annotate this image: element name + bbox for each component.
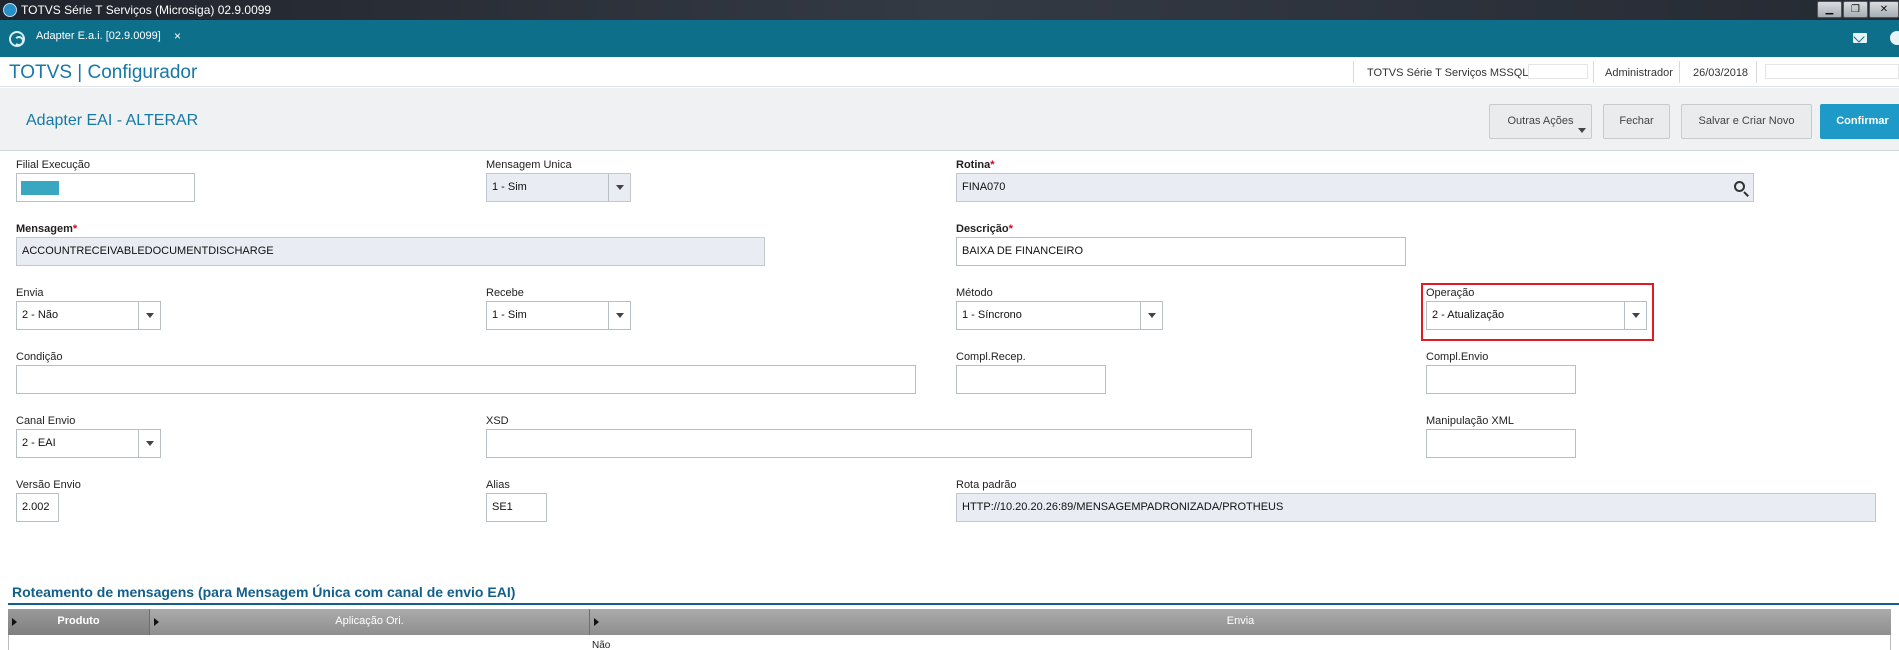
manipulacao-xml-label: Manipulação XML bbox=[1426, 415, 1515, 427]
more-actions-button[interactable]: Outras Ações bbox=[1489, 104, 1592, 139]
canal-envio-select[interactable]: 2 - EAI bbox=[16, 429, 161, 458]
xsd-field[interactable] bbox=[486, 429, 1252, 458]
envia-label: Envia bbox=[16, 287, 44, 299]
alias-label: Alias bbox=[486, 479, 510, 491]
chevron-down-icon bbox=[1140, 302, 1162, 329]
condicao-field[interactable] bbox=[16, 365, 916, 394]
rotina-label: Rotina* bbox=[956, 159, 995, 171]
user-label: Administrador bbox=[1605, 67, 1673, 79]
column-label-envia: Envia bbox=[1226, 615, 1255, 627]
compl-envio-field[interactable] bbox=[1426, 365, 1576, 394]
descricao-label-text: Descrição bbox=[956, 223, 1009, 235]
table-row[interactable]: Não bbox=[8, 635, 1891, 650]
column-label-aplicacao-ori: Aplicação Ori. bbox=[335, 615, 404, 627]
tab-close-icon[interactable]: × bbox=[174, 29, 181, 43]
envia-value: 2 - Não bbox=[22, 309, 59, 321]
header-search-box[interactable] bbox=[1765, 64, 1899, 79]
manipulacao-xml-field[interactable] bbox=[1426, 429, 1576, 458]
minimize-button[interactable]: ▁ bbox=[1817, 1, 1842, 18]
rota-padrao-label: Rota padrão bbox=[956, 479, 1017, 491]
canal-envio-value: 2 - EAI bbox=[22, 437, 56, 449]
chevron-down-icon bbox=[608, 174, 630, 201]
rotina-field[interactable]: FINA070 bbox=[956, 173, 1754, 202]
required-mark: * bbox=[72, 223, 78, 235]
help-icon[interactable] bbox=[1890, 31, 1899, 45]
descricao-field[interactable]: BAIXA DE FINANCEIRO bbox=[956, 237, 1406, 266]
recebe-select[interactable]: 1 - Sim bbox=[486, 301, 631, 330]
environment-box bbox=[1528, 64, 1588, 79]
window-controls: ▁ ❐ ✕ bbox=[1817, 1, 1899, 18]
compl-recep-label: Compl.Recep. bbox=[956, 351, 1026, 363]
mensagem-unica-select[interactable]: 1 - Sim bbox=[486, 173, 631, 202]
descricao-label: Descrição* bbox=[956, 223, 1013, 235]
tab-adapter-eai[interactable]: Adapter E.a.i. [02.9.0099] bbox=[36, 30, 161, 42]
page-title: Adapter EAI - ALTERAR bbox=[26, 112, 199, 129]
rota-padrao-field[interactable]: HTTP://10.20.20.26:89/MENSAGEMPADRONIZAD… bbox=[956, 493, 1876, 522]
rotina-value: FINA070 bbox=[962, 181, 1006, 193]
routing-section-divider bbox=[8, 603, 1899, 605]
routing-section-title: Roteamento de mensagens (para Mensagem Ú… bbox=[12, 584, 516, 600]
filial-label: Filial Execução bbox=[16, 159, 90, 171]
header-divider bbox=[1593, 61, 1594, 83]
metodo-select[interactable]: 1 - Síncrono bbox=[956, 301, 1163, 330]
xsd-label: XSD bbox=[486, 415, 509, 427]
app-icon bbox=[3, 3, 17, 17]
header-divider bbox=[1679, 61, 1680, 83]
routing-grid-header: Produto Aplicação Ori. Envia bbox=[8, 609, 1891, 635]
app-window: { "window": {"title": "TOTVS Série T Ser… bbox=[0, 0, 1899, 650]
search-icon[interactable] bbox=[1734, 181, 1745, 192]
mail-icon[interactable] bbox=[1853, 33, 1867, 43]
save-and-new-button[interactable]: Salvar e Criar Novo bbox=[1681, 104, 1812, 139]
chevron-down-icon bbox=[138, 430, 160, 457]
versao-envio-field[interactable]: 2.002 bbox=[16, 493, 59, 522]
chevron-down-icon bbox=[1578, 128, 1586, 133]
recebe-value: 1 - Sim bbox=[492, 309, 527, 321]
filial-value-chip bbox=[21, 181, 59, 195]
window-title: TOTVS Série T Serviços (Microsiga) 02.9.… bbox=[21, 3, 272, 17]
required-mark: * bbox=[990, 159, 995, 171]
required-mark: * bbox=[1008, 223, 1013, 235]
metodo-label: Método bbox=[956, 287, 993, 299]
column-header-produto[interactable]: Produto bbox=[8, 609, 150, 635]
filial-field[interactable] bbox=[16, 173, 195, 202]
date-label: 26/03/2018 bbox=[1693, 67, 1749, 79]
chevron-down-icon bbox=[138, 302, 160, 329]
column-header-envia[interactable]: Envia bbox=[590, 609, 1891, 635]
compl-recep-field[interactable] bbox=[956, 365, 1106, 394]
metodo-value: 1 - Síncrono bbox=[962, 309, 1022, 321]
confirm-button[interactable]: Confirmar bbox=[1820, 104, 1899, 139]
canal-envio-label: Canal Envio bbox=[16, 415, 76, 427]
mensagem-field[interactable]: ACCOUNTRECEIVABLEDOCUMENTDISCHARGE bbox=[16, 237, 765, 266]
header-divider bbox=[1353, 61, 1354, 83]
operacao-highlight bbox=[1421, 283, 1654, 341]
mensagem-label-text: Mensagem bbox=[16, 223, 73, 235]
tab-bar: Adapter E.a.i. [02.9.0099] × bbox=[0, 20, 1899, 57]
chevron-down-icon bbox=[608, 302, 630, 329]
condicao-label: Condição bbox=[16, 351, 63, 363]
compl-envio-label: Compl.Envio bbox=[1426, 351, 1489, 363]
close-window-button[interactable]: ✕ bbox=[1869, 1, 1899, 18]
recebe-label: Recebe bbox=[486, 287, 524, 299]
versao-envio-label: Versão Envio bbox=[16, 479, 81, 491]
column-label-produto: Produto bbox=[57, 615, 100, 627]
rotina-label-text: Rotina bbox=[956, 159, 991, 171]
close-button[interactable]: Fechar bbox=[1603, 104, 1670, 139]
envia-select[interactable]: 2 - Não bbox=[16, 301, 161, 330]
environment-label: TOTVS Série T Serviços MSSQL bbox=[1367, 67, 1529, 79]
app-brand: TOTVS | Configurador bbox=[9, 62, 198, 83]
cell-envia: Não bbox=[592, 640, 611, 650]
header-divider bbox=[1756, 61, 1757, 83]
action-bar: Adapter EAI - ALTERAR Outras Ações Fecha… bbox=[0, 88, 1899, 151]
mensagem-unica-label: Mensagem Unica bbox=[486, 159, 572, 171]
alias-field[interactable]: SE1 bbox=[486, 493, 547, 522]
more-actions-label: Outras Ações bbox=[1507, 115, 1574, 127]
mensagem-unica-value: 1 - Sim bbox=[492, 181, 527, 193]
mensagem-label: Mensagem* bbox=[16, 223, 77, 235]
maximize-button[interactable]: ❐ bbox=[1843, 1, 1868, 18]
home-icon[interactable] bbox=[9, 31, 25, 47]
column-header-aplicacao-ori[interactable]: Aplicação Ori. bbox=[150, 609, 590, 635]
window-title-bar: TOTVS Série T Serviços (Microsiga) 02.9.… bbox=[0, 0, 1899, 20]
app-header: TOTVS | Configurador TOTVS Série T Servi… bbox=[0, 57, 1899, 87]
